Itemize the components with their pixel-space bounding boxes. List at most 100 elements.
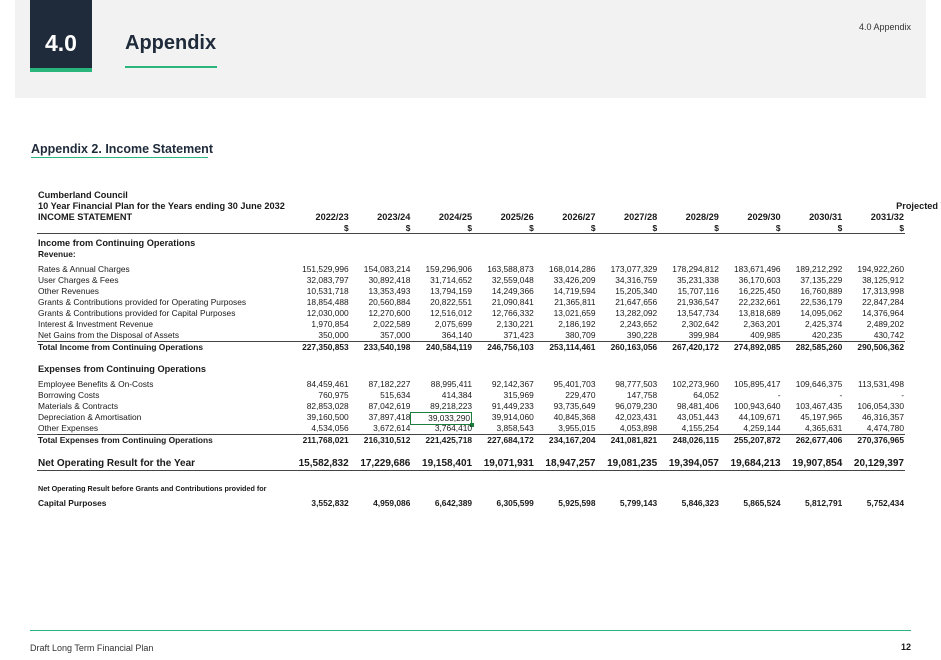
value-cell[interactable]: 16,760,889	[781, 286, 842, 297]
value-cell[interactable]: 290,506,362	[842, 342, 904, 353]
value-cell[interactable]: 221,425,718	[410, 435, 473, 446]
value-cell[interactable]: 13,353,493	[349, 286, 410, 297]
value-cell[interactable]: 20,129,397	[842, 457, 904, 471]
value-cell[interactable]: 84,459,461	[287, 379, 349, 390]
value-cell[interactable]: 82,853,028	[287, 401, 349, 412]
value-cell[interactable]: 13,794,159	[410, 286, 472, 297]
value-cell[interactable]: 399,984	[657, 330, 719, 341]
value-cell[interactable]: 189,212,292	[781, 264, 843, 275]
value-cell[interactable]: 32,559,048	[472, 275, 534, 286]
value-cell[interactable]: 6,642,389	[410, 498, 472, 509]
value-cell[interactable]: 102,273,960	[657, 379, 719, 390]
value-cell[interactable]: 12,516,012	[410, 308, 472, 319]
value-cell[interactable]: 246,756,103	[472, 342, 534, 353]
value-cell[interactable]: 3,552,832	[287, 498, 348, 509]
value-cell[interactable]: 96,079,230	[596, 401, 657, 412]
value-cell[interactable]: 39,160,500	[287, 412, 349, 423]
value-cell[interactable]: 3,955,015	[534, 423, 595, 434]
value-cell[interactable]: 211,768,021	[287, 435, 349, 446]
value-cell[interactable]: 4,474,780	[842, 423, 904, 434]
value-cell[interactable]: 5,752,434	[842, 498, 904, 509]
value-cell[interactable]: 16,225,450	[719, 286, 781, 297]
value-cell[interactable]: 154,083,214	[349, 264, 411, 275]
value-cell[interactable]: 4,959,086	[349, 498, 410, 509]
value-cell[interactable]: 33,426,209	[534, 275, 596, 286]
value-cell[interactable]: 430,742	[842, 330, 904, 341]
value-cell[interactable]: 2,186,192	[534, 319, 595, 330]
value-cell[interactable]: 113,531,498	[842, 379, 904, 390]
value-cell[interactable]: 14,376,964	[842, 308, 904, 319]
value-cell[interactable]: 5,865,524	[719, 498, 780, 509]
value-cell[interactable]: 100,943,640	[719, 401, 781, 412]
value-cell[interactable]: 12,766,332	[472, 308, 534, 319]
value-cell[interactable]: 46,316,357	[842, 412, 904, 423]
value-cell[interactable]: 234,167,204	[534, 435, 596, 446]
value-cell[interactable]: 183,671,496	[719, 264, 781, 275]
value-cell[interactable]: 194,922,260	[842, 264, 904, 275]
value-cell[interactable]: 2,363,201	[719, 319, 780, 330]
value-cell[interactable]: 21,090,841	[472, 297, 534, 308]
value-cell[interactable]: 2,075,699	[410, 319, 472, 330]
value-cell[interactable]: 106,054,330	[842, 401, 904, 412]
value-cell[interactable]: 88,995,411	[410, 379, 472, 390]
value-cell[interactable]: 414,384	[410, 390, 472, 401]
value-cell[interactable]: -	[719, 390, 781, 401]
value-cell[interactable]: 18,947,257	[534, 457, 595, 471]
value-cell[interactable]: 13,021,659	[534, 308, 596, 319]
value-cell[interactable]: 20,822,551	[410, 297, 472, 308]
value-cell[interactable]: 19,081,235	[596, 457, 657, 471]
value-cell[interactable]: 21,936,547	[657, 297, 719, 308]
value-cell[interactable]: 390,228	[596, 330, 657, 341]
value-cell[interactable]: 17,313,998	[842, 286, 904, 297]
value-cell[interactable]: 227,350,853	[287, 342, 349, 353]
value-cell[interactable]: 151,529,996	[287, 264, 349, 275]
value-cell[interactable]: 5,812,791	[781, 498, 842, 509]
value-cell[interactable]: 241,081,821	[596, 435, 658, 446]
value-cell[interactable]: 380,709	[534, 330, 595, 341]
value-cell[interactable]: 168,014,286	[534, 264, 596, 275]
value-cell[interactable]: 364,140	[410, 330, 472, 341]
value-cell[interactable]: 13,818,689	[719, 308, 781, 319]
value-cell[interactable]: 350,000	[287, 330, 348, 341]
value-cell[interactable]: 4,155,254	[657, 423, 719, 434]
value-cell[interactable]: 267,420,172	[657, 342, 719, 353]
value-cell[interactable]: 22,847,284	[842, 297, 904, 308]
value-cell[interactable]: 35,231,338	[657, 275, 719, 286]
value-cell[interactable]: 420,235	[781, 330, 842, 341]
value-cell[interactable]: 260,163,056	[596, 342, 658, 353]
value-cell[interactable]: 229,470	[534, 390, 595, 401]
value-cell[interactable]: 43,051,443	[657, 412, 719, 423]
value-cell[interactable]: 42,023,431	[596, 412, 657, 423]
value-cell[interactable]: 105,895,417	[719, 379, 781, 390]
value-cell[interactable]: 248,026,115	[657, 435, 719, 446]
value-cell[interactable]: 1,970,854	[287, 319, 348, 330]
value-cell[interactable]: 98,481,406	[657, 401, 719, 412]
value-cell[interactable]: 3,764,410	[410, 423, 472, 434]
value-cell[interactable]: 2,489,202	[842, 319, 904, 330]
value-cell[interactable]: 3,672,614	[349, 423, 410, 434]
value-cell[interactable]: 31,714,652	[410, 275, 472, 286]
value-cell[interactable]: 13,282,092	[596, 308, 657, 319]
value-cell[interactable]: 103,467,435	[781, 401, 843, 412]
value-cell[interactable]: 4,365,631	[781, 423, 842, 434]
value-cell[interactable]: 98,777,503	[596, 379, 657, 390]
value-cell[interactable]: 38,125,912	[842, 275, 904, 286]
value-cell[interactable]: 2,243,652	[596, 319, 657, 330]
value-cell[interactable]: 227,684,172	[472, 435, 534, 446]
value-cell[interactable]: 22,536,179	[781, 297, 842, 308]
value-cell[interactable]: -	[781, 390, 842, 401]
value-cell[interactable]: 409,985	[719, 330, 780, 341]
value-cell[interactable]: 5,846,323	[657, 498, 719, 509]
value-cell[interactable]: 91,449,233	[472, 401, 534, 412]
value-cell[interactable]: 19,394,057	[657, 457, 719, 471]
value-cell[interactable]: 371,423	[472, 330, 534, 341]
value-cell[interactable]: 12,270,600	[349, 308, 410, 319]
value-cell[interactable]: 32,083,797	[287, 275, 349, 286]
value-cell[interactable]: 4,259,144	[719, 423, 780, 434]
value-cell[interactable]: 19,907,854	[781, 457, 842, 471]
value-cell[interactable]: 178,294,812	[657, 264, 719, 275]
value-cell[interactable]: 13,547,734	[657, 308, 719, 319]
value-cell[interactable]: 44,109,671	[719, 412, 781, 423]
value-cell[interactable]: 18,854,488	[287, 297, 349, 308]
value-cell[interactable]: 515,634	[349, 390, 410, 401]
